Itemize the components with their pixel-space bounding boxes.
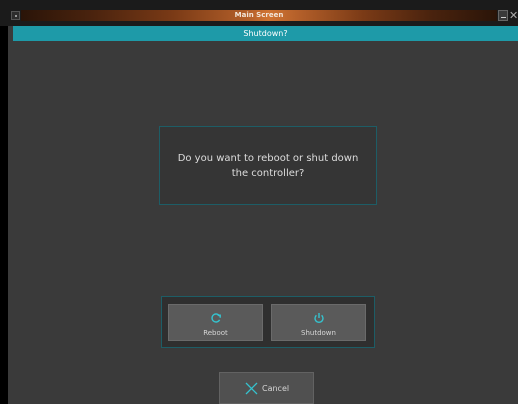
dialog-title: Shutdown? [243, 29, 288, 38]
actions-panel: Reboot Shutdown [161, 296, 375, 348]
screen: Main Screen ✕ Shutdown? Do you want to r… [0, 0, 518, 404]
reboot-button[interactable]: Reboot [168, 304, 263, 341]
window-titlebar: Main Screen ✕ [0, 0, 518, 26]
window-title: Main Screen [234, 11, 284, 19]
shutdown-label: Shutdown [301, 329, 336, 337]
app-area: Shutdown? Do you want to reboot or shut … [8, 26, 518, 404]
reboot-label: Reboot [203, 329, 228, 337]
close-icon: ✕ [509, 9, 518, 22]
dialog-message: Do you want to reboot or shut down the c… [177, 152, 359, 179]
close-window-button[interactable]: ✕ [509, 9, 518, 22]
window-title-strip[interactable]: Main Screen [21, 10, 497, 21]
cancel-label: Cancel [262, 384, 290, 393]
message-box: Do you want to reboot or shut down the c… [159, 126, 377, 205]
power-icon [314, 313, 324, 324]
cancel-button[interactable]: Cancel [219, 372, 314, 404]
dialog-header: Shutdown? [13, 26, 518, 41]
x-icon [245, 382, 258, 395]
minimize-button[interactable] [498, 10, 508, 21]
shutdown-button[interactable]: Shutdown [271, 304, 366, 341]
refresh-icon [211, 313, 221, 323]
system-menu-button[interactable] [11, 11, 20, 20]
